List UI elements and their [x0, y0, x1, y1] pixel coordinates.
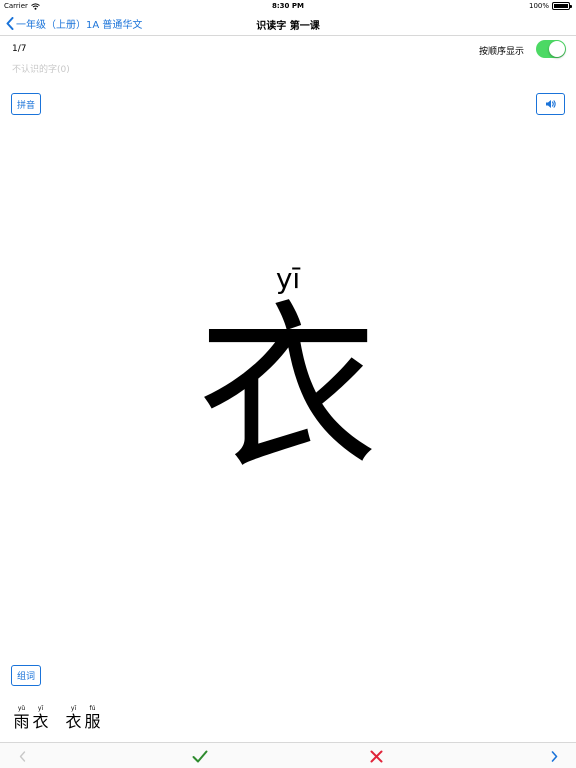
word-syllable: yī 衣	[31, 704, 50, 731]
unknown-button[interactable]	[366, 747, 386, 765]
bottom-toolbar	[0, 742, 576, 768]
navigation-bar: 一年级（上册）1A 普通华文 识读字 第一课	[0, 12, 576, 36]
order-toggle-label: 按顺序显示	[478, 47, 524, 57]
known-button[interactable]	[189, 747, 211, 765]
previous-button[interactable]	[14, 747, 30, 765]
syllable-hanzi: 衣	[65, 712, 82, 731]
clock: 8:30 PM	[272, 2, 304, 10]
word-syllable: fú 服	[83, 704, 102, 731]
word-item: yī 衣 fú 服	[64, 704, 102, 731]
status-right: 100%	[528, 2, 572, 10]
unknown-count-label: 不认识的字(0)	[12, 65, 70, 75]
words-button[interactable]: 组词	[11, 665, 41, 686]
character-hanzi: 衣	[197, 285, 378, 494]
chevron-left-icon	[19, 750, 25, 762]
chevron-left-icon	[6, 17, 14, 30]
next-button[interactable]	[546, 747, 562, 765]
word-list: yǔ 雨 yī 衣 yī 衣 fú 服	[12, 704, 102, 731]
pinyin-button[interactable]: 拼音	[11, 93, 41, 115]
word-syllable: yǔ 雨	[12, 704, 31, 731]
status-bar: Carrier 8:30 PM 100%	[0, 0, 576, 12]
cross-icon	[370, 750, 382, 762]
word-syllable: yī 衣	[64, 704, 83, 731]
syllable-hanzi: 衣	[32, 712, 49, 731]
speaker-icon	[545, 100, 556, 108]
battery-icon	[552, 2, 572, 10]
toggle-knob	[549, 41, 565, 57]
checkmark-icon	[192, 750, 208, 762]
back-button-label: 一年级（上册）1A 普通华文	[16, 20, 143, 31]
progress-counter: 1/7	[12, 44, 27, 54]
word-item: yǔ 雨 yī 衣	[12, 704, 50, 731]
speaker-button[interactable]	[536, 93, 565, 115]
order-toggle[interactable]	[536, 40, 566, 58]
back-button[interactable]: 一年级（上册）1A 普通华文	[6, 16, 142, 31]
syllable-hanzi: 服	[84, 712, 101, 731]
battery-percent: 100%	[528, 2, 549, 10]
syllable-hanzi: 雨	[13, 712, 30, 731]
chevron-right-icon	[551, 750, 557, 762]
